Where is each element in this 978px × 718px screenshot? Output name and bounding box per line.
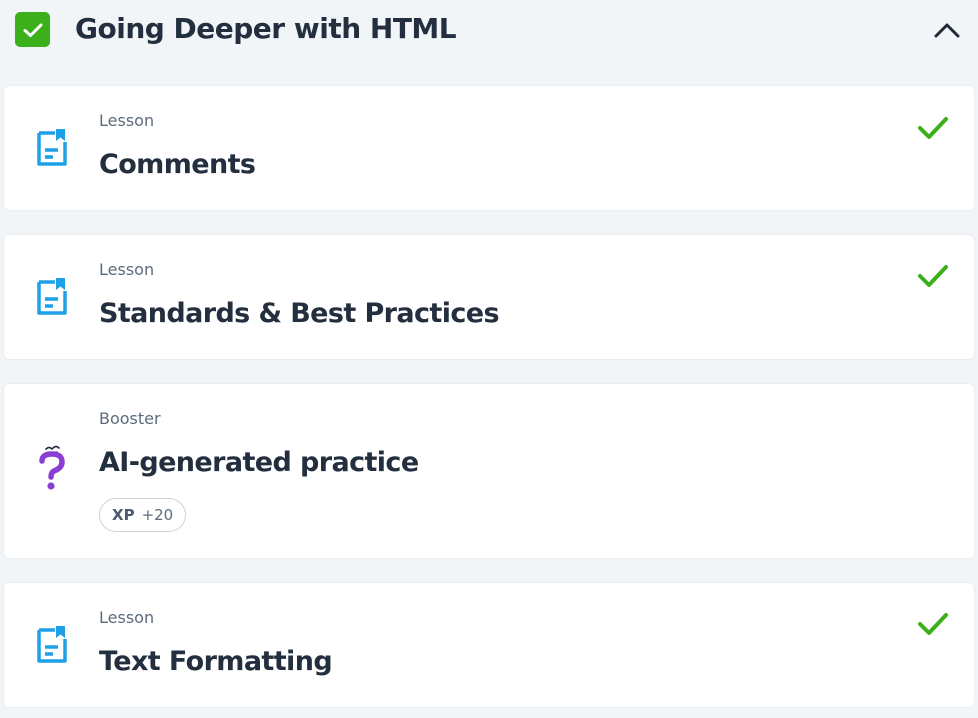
completed-check-icon: [916, 610, 950, 638]
item-title: Comments: [99, 149, 256, 180]
item-type-label: Lesson: [99, 260, 155, 279]
xp-value: +20: [141, 506, 174, 524]
lesson-card[interactable]: Lesson Standards & Best Practices: [4, 235, 974, 359]
chevron-up-icon: [934, 23, 960, 38]
lesson-card[interactable]: Lesson Comments: [4, 86, 974, 210]
section-completed-checkbox: [15, 12, 50, 47]
xp-reward-badge: XP +20: [99, 498, 187, 532]
item-title: Standards & Best Practices: [99, 298, 500, 329]
item-type-label: Lesson: [99, 111, 155, 130]
item-type-label: Booster: [99, 409, 161, 428]
booster-card[interactable]: Booster AI-generated practice XP +20: [4, 384, 974, 558]
item-type-label: Lesson: [99, 608, 155, 627]
lesson-document-icon: [34, 128, 70, 168]
section-title: Going Deeper with HTML: [75, 12, 457, 45]
completed-check-icon: [916, 114, 950, 142]
section-header[interactable]: Going Deeper with HTML: [0, 0, 978, 60]
lesson-card[interactable]: Lesson Text Formatting: [4, 583, 974, 707]
item-title: Text Formatting: [99, 646, 333, 677]
lesson-document-icon: [34, 277, 70, 317]
item-title: AI-generated practice: [99, 447, 419, 478]
question-mark-character-icon: [34, 445, 70, 490]
xp-label: XP: [112, 506, 135, 524]
collapse-section-button[interactable]: [930, 13, 964, 47]
completed-check-icon: [916, 262, 950, 290]
checkbox-checked-icon: [23, 23, 42, 37]
lesson-document-icon: [34, 625, 70, 665]
